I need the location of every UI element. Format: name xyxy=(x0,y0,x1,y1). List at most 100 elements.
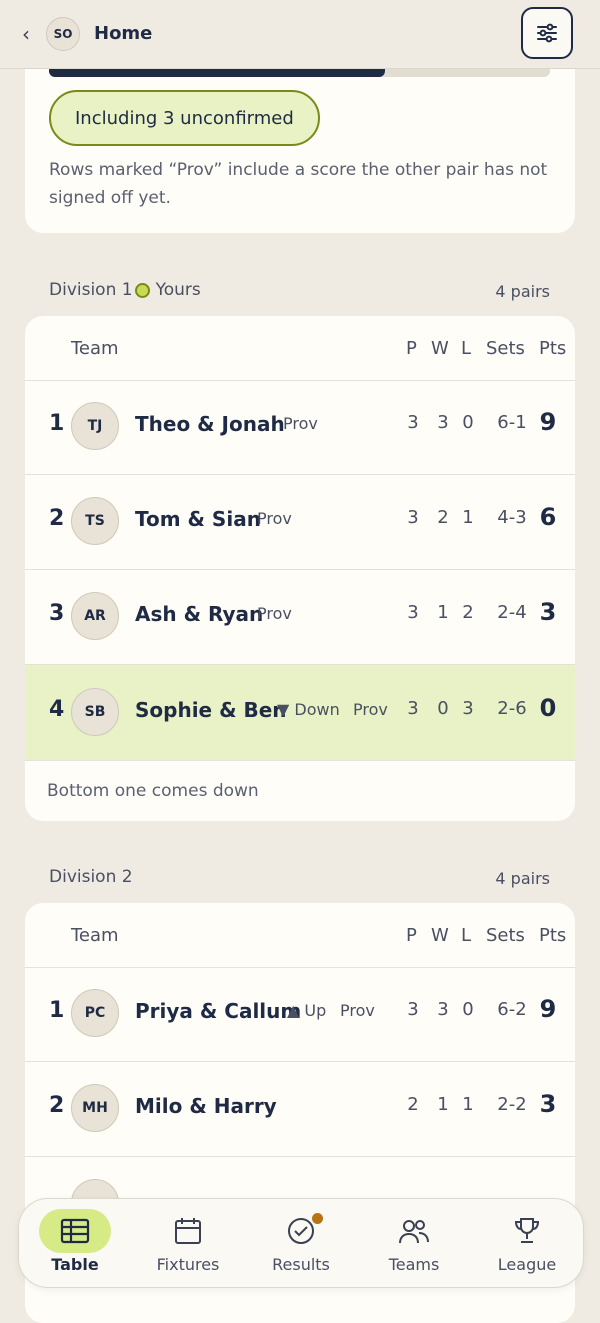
lost: 1 xyxy=(462,1094,474,1115)
rank: 4 xyxy=(49,697,65,722)
col-w: W xyxy=(431,925,449,946)
col-p: P xyxy=(406,338,417,359)
sliders-icon xyxy=(537,23,557,43)
prov-tag: Prov xyxy=(257,604,292,623)
won: 1 xyxy=(437,602,449,623)
avatar: SB xyxy=(71,688,119,736)
avatar[interactable]: SO xyxy=(46,17,80,51)
progress-fill xyxy=(49,68,385,77)
won: 0 xyxy=(437,698,449,719)
table-icon xyxy=(60,1218,90,1244)
trophy-icon xyxy=(514,1218,540,1243)
table-row[interactable]: 2 MH Milo & Harry 2 1 1 2-2 3 xyxy=(25,1061,575,1157)
calendar-icon xyxy=(175,1218,201,1244)
table-header: Team P W L Sets Pts xyxy=(25,903,575,968)
nav-results[interactable]: Results xyxy=(245,1199,357,1287)
lost: 0 xyxy=(462,999,474,1020)
pair-name: Sophie & Ben xyxy=(135,698,287,722)
sets: 6-1 xyxy=(497,412,527,433)
played: 3 xyxy=(407,412,419,433)
col-l: L xyxy=(461,925,472,946)
col-sets: Sets xyxy=(486,925,525,946)
relegation-note: Bottom one comes down xyxy=(47,781,259,801)
division-2-count: 4 pairs xyxy=(495,869,550,888)
page-title: Home xyxy=(94,23,153,44)
division-1-count: 4 pairs xyxy=(495,282,550,301)
filter-button[interactable] xyxy=(521,7,573,59)
avatar: TS xyxy=(71,497,119,545)
table-row[interactable]: 2 TS Tom & Sian Prov 3 2 1 4-3 6 xyxy=(25,474,575,570)
col-sets: Sets xyxy=(486,338,525,359)
points: 3 xyxy=(539,598,557,626)
division-2-label: Division 2 xyxy=(49,867,133,887)
unconfirmed-pill[interactable]: Including 3 unconfirmed xyxy=(49,90,320,146)
nav-icon-wrap xyxy=(378,1209,450,1253)
prov-tag: Prov xyxy=(353,700,388,719)
pair-name: Tom & Sian xyxy=(135,507,261,531)
sets: 6-2 xyxy=(497,999,527,1020)
nav-icon-wrap xyxy=(491,1209,563,1253)
played: 2 xyxy=(407,1094,419,1115)
nav-icon-wrap xyxy=(39,1209,111,1253)
nav-label: Teams xyxy=(388,1255,440,1274)
lost: 1 xyxy=(462,507,474,528)
avatar: AR xyxy=(71,592,119,640)
nav-fixtures[interactable]: Fixtures xyxy=(132,1199,244,1287)
nav-teams[interactable]: Teams xyxy=(358,1199,470,1287)
yours-label: Yours xyxy=(155,280,201,300)
points: 6 xyxy=(539,503,557,531)
relegation-badge: ▼ Down xyxy=(277,700,340,719)
rank: 1 xyxy=(49,998,65,1023)
table-row[interactable]: 3 AR Ash & Ryan Prov 3 1 2 2-4 3 xyxy=(25,569,575,665)
nav-icon-wrap xyxy=(152,1209,224,1253)
prov-tag: Prov xyxy=(257,509,292,528)
col-p: P xyxy=(406,925,417,946)
played: 3 xyxy=(407,602,419,623)
prov-note: Rows marked “Prov” include a score the o… xyxy=(49,160,548,208)
table-row[interactable]: 1 TJ Theo & Jonah Prov 3 3 0 6-1 9 xyxy=(25,379,575,475)
table-header: Team P W L Sets Pts xyxy=(25,316,575,381)
col-l: L xyxy=(461,338,472,359)
table-row[interactable]: 1 PC Priya & Callum ▲ Up Prov 3 3 0 6-2 … xyxy=(25,966,575,1062)
col-w: W xyxy=(431,338,449,359)
notification-dot-icon xyxy=(312,1213,323,1224)
nav-label: League xyxy=(497,1255,557,1274)
points: 3 xyxy=(539,1090,557,1118)
nav-label: Table xyxy=(51,1255,99,1274)
nav-label: Results xyxy=(272,1255,330,1274)
prov-tag: Prov xyxy=(340,1001,375,1020)
rank: 2 xyxy=(49,506,65,531)
points: 0 xyxy=(539,694,557,722)
rank: 1 xyxy=(49,411,65,436)
people-icon xyxy=(399,1220,429,1244)
pair-name: Milo & Harry xyxy=(135,1094,277,1118)
rank: 2 xyxy=(49,1093,65,1118)
lost: 0 xyxy=(462,412,474,433)
progress-bar xyxy=(49,68,550,77)
sets: 2-2 xyxy=(497,1094,527,1115)
nav-table[interactable]: Table xyxy=(19,1199,131,1287)
division-1-label: Division 1 Yours xyxy=(49,280,201,300)
division-2-title: Division 2 xyxy=(49,867,133,887)
pair-name: Ash & Ryan xyxy=(135,602,264,626)
sets: 4-3 xyxy=(497,507,527,528)
col-team: Team xyxy=(71,338,119,359)
won: 3 xyxy=(437,999,449,1020)
division-1-table: Team P W L Sets Pts 1 TJ Theo & Jonah Pr… xyxy=(25,316,575,821)
nav-league[interactable]: League xyxy=(471,1199,583,1287)
prov-tag: Prov xyxy=(283,414,318,433)
rank: 3 xyxy=(49,601,65,626)
promotion-badge: ▲ Up xyxy=(287,1001,327,1020)
col-pts: Pts xyxy=(539,338,567,359)
won: 2 xyxy=(437,507,449,528)
pair-name: Theo & Jonah xyxy=(135,412,285,436)
back-button[interactable]: ‹ xyxy=(22,22,30,46)
won: 1 xyxy=(437,1094,449,1115)
points: 9 xyxy=(539,408,557,436)
played: 3 xyxy=(407,999,419,1020)
table-row-yours[interactable]: 4 SB Sophie & Ben ▼ Down Prov 3 0 3 2-6 … xyxy=(25,665,575,761)
nav-icon-wrap xyxy=(265,1209,337,1253)
avatar: TJ xyxy=(71,402,119,450)
avatar: PC xyxy=(71,989,119,1037)
played: 3 xyxy=(407,507,419,528)
